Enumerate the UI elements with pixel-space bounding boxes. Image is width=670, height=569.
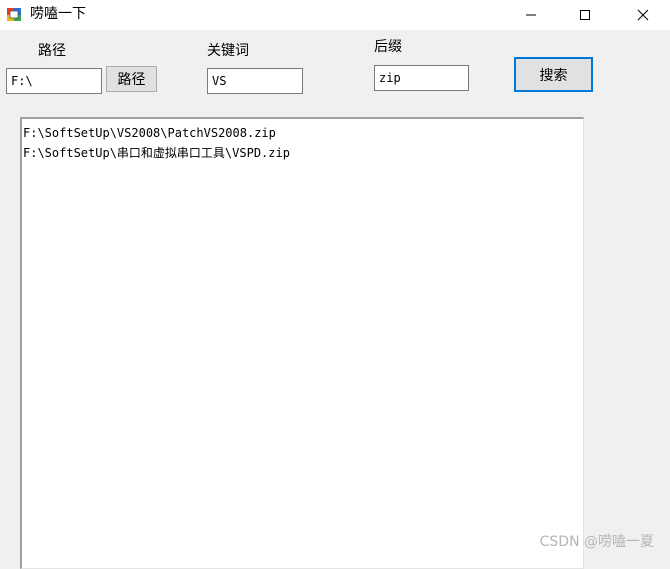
window-title: 唠嗑一下 (30, 6, 86, 22)
keyword-input[interactable]: VS (207, 68, 303, 94)
keyword-label: 关键词 (207, 43, 249, 59)
title-bar[interactable]: 唠嗑一下 (0, 0, 670, 30)
minimize-icon (526, 14, 536, 16)
list-item[interactable]: F:\SoftSetUp\VS2008\PatchVS2008.zip (23, 123, 583, 143)
suffix-input[interactable]: zip (374, 65, 469, 91)
path-input[interactable]: F:\ (6, 68, 102, 94)
path-button[interactable]: 路径 (106, 66, 157, 92)
list-item[interactable]: F:\SoftSetUp\串口和虚拟串口工具\VSPD.zip (23, 143, 583, 163)
path-label: 路径 (38, 43, 66, 59)
results-list[interactable]: F:\SoftSetUp\VS2008\PatchVS2008.zip F:\S… (20, 117, 584, 569)
watermark: CSDN @唠嗑一夏 (539, 534, 654, 550)
close-icon (637, 9, 649, 21)
app-icon (7, 8, 21, 21)
close-button[interactable] (620, 0, 666, 30)
maximize-button[interactable] (562, 0, 608, 30)
suffix-label: 后缀 (374, 39, 402, 55)
minimize-button[interactable] (508, 0, 554, 30)
client-area: 路径 F:\ 路径 关键词 VS 后缀 zip 搜索 F:\SoftSetUp\… (0, 30, 670, 569)
maximize-icon (580, 10, 590, 20)
search-button[interactable]: 搜索 (514, 57, 593, 92)
